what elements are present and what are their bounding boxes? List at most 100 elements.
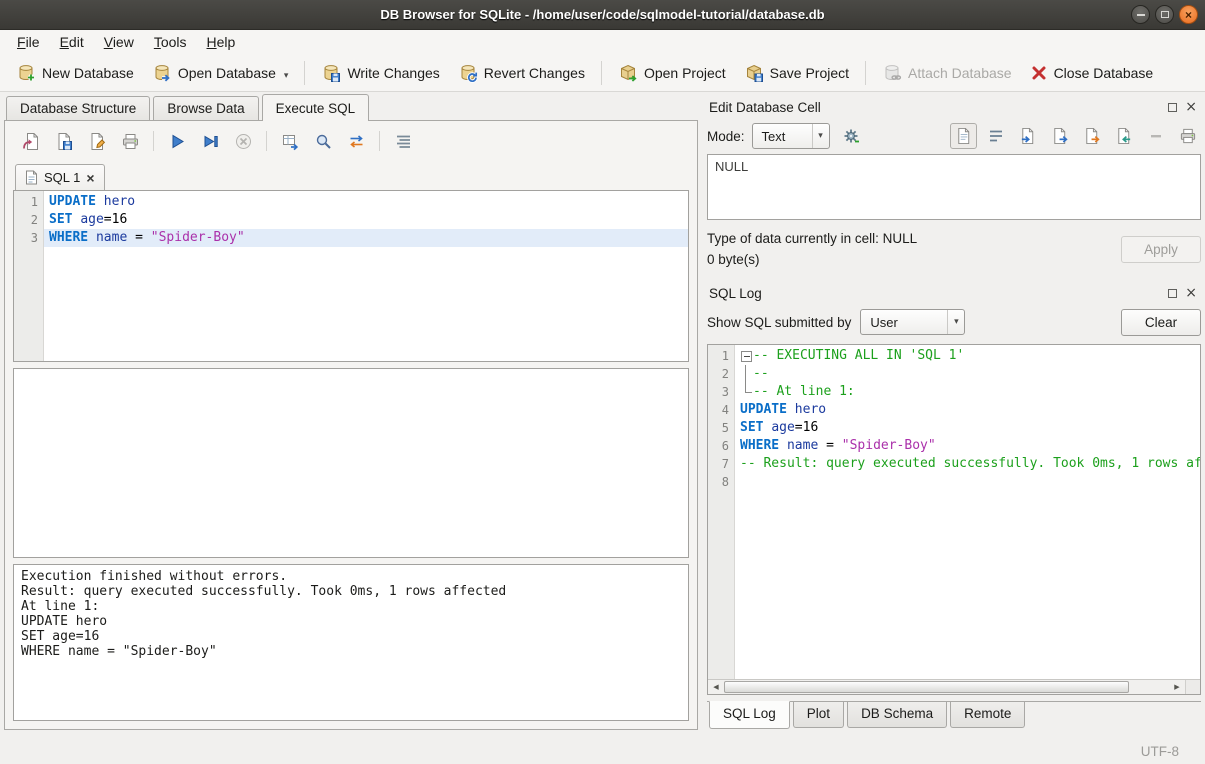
code-line[interactable]: UPDATE hero: [735, 401, 1200, 419]
save-project-button[interactable]: Save Project: [736, 58, 857, 88]
float-panel-icon[interactable]: [1168, 103, 1177, 112]
line-number: 2: [14, 211, 38, 229]
tab-database-structure[interactable]: Database Structure: [6, 96, 150, 121]
edit-cell-header: Edit Database Cell ×: [707, 96, 1201, 118]
print-icon: [121, 132, 140, 151]
paste-cell-button[interactable]: [1110, 123, 1137, 149]
menu-help[interactable]: Help: [198, 32, 245, 52]
execute-line-button[interactable]: [196, 128, 224, 155]
text-mode-button[interactable]: [950, 123, 977, 149]
code-line[interactable]: UPDATE hero: [44, 193, 688, 211]
results-grid[interactable]: [13, 368, 689, 558]
scrollbar-thumb[interactable]: [724, 681, 1129, 693]
save-sql-file-button[interactable]: [50, 128, 78, 155]
log-line-numbers: 12345678: [708, 345, 735, 679]
window-controls: ×: [1131, 5, 1198, 24]
close-panel-icon[interactable]: ×: [1185, 286, 1197, 300]
revert-changes-button[interactable]: Revert Changes: [450, 58, 593, 88]
replace-icon: [347, 132, 366, 151]
code-line[interactable]: -- At line 1:: [735, 383, 1200, 401]
save-project-icon: [744, 63, 764, 83]
token-keyword: SET: [49, 212, 72, 227]
code-line[interactable]: -- Result: query executed successfully. …: [735, 455, 1200, 473]
scroll-right-button[interactable]: ▶: [1169, 680, 1185, 694]
cell-type-info: Type of data currently in cell: NULL: [707, 228, 1121, 249]
open-sql-file-button[interactable]: [17, 128, 45, 155]
menu-file[interactable]: File: [8, 32, 49, 52]
close-database-button[interactable]: Close Database: [1022, 59, 1162, 87]
text-document-icon: [955, 127, 973, 145]
menu-view[interactable]: View: [95, 32, 143, 52]
format-sql-button[interactable]: [389, 128, 417, 155]
code-line[interactable]: --: [735, 365, 1200, 383]
code-line[interactable]: -- EXECUTING ALL IN 'SQL 1': [735, 347, 1200, 365]
open-database-dropdown-caret[interactable]: ▾: [284, 71, 289, 83]
close-window-button[interactable]: ×: [1179, 5, 1198, 24]
close-panel-icon[interactable]: ×: [1185, 100, 1197, 114]
execution-message: Execution finished without errors. Resul…: [13, 564, 689, 721]
print-sql-button[interactable]: [116, 128, 144, 155]
scrollbar-track[interactable]: [724, 680, 1169, 694]
mode-select[interactable]: Text ▾: [752, 123, 830, 149]
save-sql-file-icon: [55, 132, 74, 151]
edit-cell-dock-buttons: ×: [1168, 100, 1199, 114]
code-line[interactable]: SET age=16: [735, 419, 1200, 437]
tab-plot[interactable]: Plot: [793, 702, 844, 728]
open-database-button[interactable]: Open Database ▾: [144, 58, 297, 88]
find-button[interactable]: [309, 128, 337, 155]
token-keyword: UPDATE: [49, 194, 96, 209]
sql-editor[interactable]: 123 UPDATE heroSET age=16WHERE name = "S…: [13, 190, 689, 362]
sql1-tab-close-icon[interactable]: ×: [86, 171, 94, 185]
new-database-button[interactable]: New Database: [8, 58, 142, 88]
clear-log-button[interactable]: Clear: [1121, 309, 1201, 336]
tab-sql-log[interactable]: SQL Log: [709, 701, 790, 729]
minimize-button[interactable]: [1131, 5, 1150, 24]
code-line[interactable]: WHERE name = "Spider-Boy": [44, 229, 688, 247]
token-plain: =16: [104, 212, 127, 227]
line-number: 2: [708, 365, 729, 383]
save-sql-as-icon: [88, 132, 107, 151]
cell-size-info: 0 byte(s): [707, 249, 1121, 270]
open-project-button[interactable]: Open Project: [610, 58, 734, 88]
tab-execute-sql[interactable]: Execute SQL: [262, 94, 370, 121]
float-panel-icon[interactable]: [1168, 289, 1177, 298]
export-cell-button[interactable]: [1046, 123, 1073, 149]
tab-remote[interactable]: Remote: [950, 702, 1025, 728]
mode-label: Mode:: [707, 129, 745, 144]
tab-db-schema[interactable]: DB Schema: [847, 702, 947, 728]
sql-file-icon: [25, 170, 38, 185]
titlebar[interactable]: DB Browser for SQLite - /home/user/code/…: [0, 0, 1205, 30]
editor-code-area[interactable]: UPDATE heroSET age=16WHERE name = "Spide…: [44, 191, 688, 361]
menu-edit[interactable]: Edit: [51, 32, 93, 52]
cell-info-row: Type of data currently in cell: NULL 0 b…: [707, 228, 1201, 270]
execute-all-button[interactable]: [163, 128, 191, 155]
cell-value-editor[interactable]: NULL: [707, 154, 1201, 220]
code-line[interactable]: SET age=16: [44, 211, 688, 229]
tab-browse-data[interactable]: Browse Data: [153, 96, 258, 121]
code-line[interactable]: WHERE name = "Spider-Boy": [735, 437, 1200, 455]
export-results-button[interactable]: [276, 128, 304, 155]
token-identifier: age: [771, 420, 794, 435]
menu-tools[interactable]: Tools: [145, 32, 196, 52]
open-project-icon: [618, 63, 638, 83]
word-wrap-button[interactable]: [982, 123, 1009, 149]
import-cell-button[interactable]: [1014, 123, 1041, 149]
sql1-tab[interactable]: SQL 1 ×: [15, 164, 105, 190]
minimize-icon: [1137, 14, 1145, 16]
write-changes-button[interactable]: Write Changes: [313, 58, 447, 88]
copy-cell-button[interactable]: [1078, 123, 1105, 149]
code-line[interactable]: [735, 473, 1200, 491]
format-sql-icon: [394, 132, 413, 151]
horizontal-scrollbar[interactable]: ◀ ▶: [708, 679, 1200, 694]
collapse-icon[interactable]: [740, 347, 753, 365]
print-cell-button[interactable]: [1174, 123, 1201, 149]
encoding-indicator[interactable]: UTF-8: [1141, 744, 1179, 759]
maximize-button[interactable]: [1155, 5, 1174, 24]
toolbar-separator: [601, 61, 602, 85]
replace-button[interactable]: [342, 128, 370, 155]
toolbar-separator: [304, 61, 305, 85]
auto-format-button[interactable]: [837, 123, 865, 150]
scroll-left-button[interactable]: ◀: [708, 680, 724, 694]
save-sql-as-button[interactable]: [83, 128, 111, 155]
submitter-select[interactable]: User ▾: [860, 309, 965, 335]
